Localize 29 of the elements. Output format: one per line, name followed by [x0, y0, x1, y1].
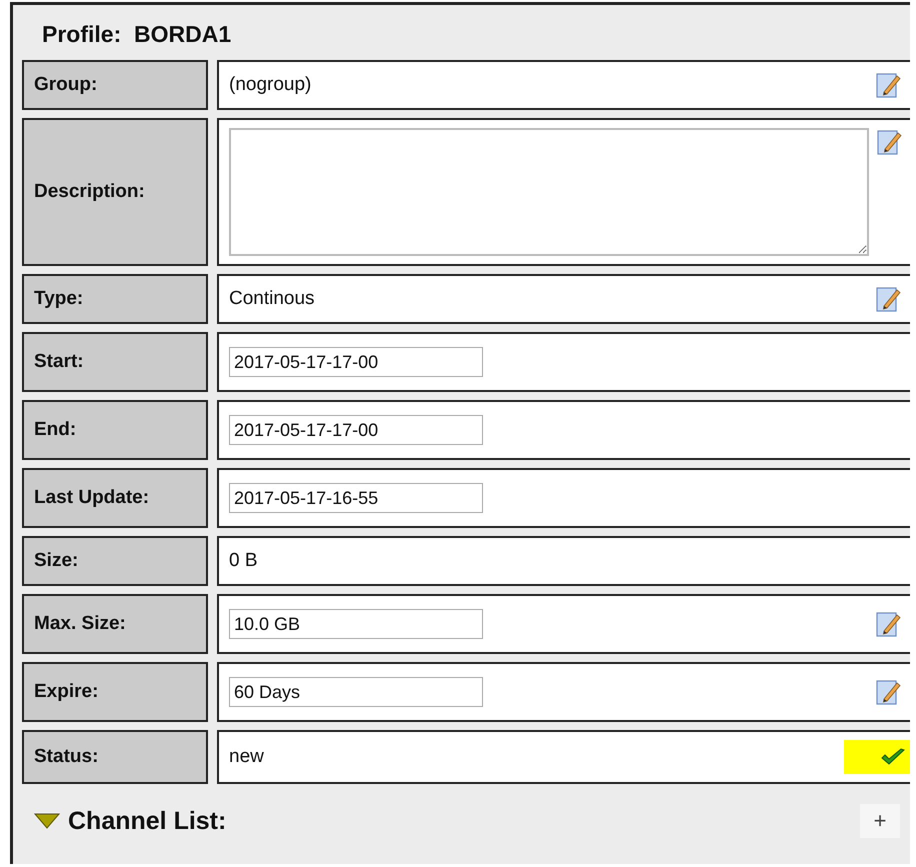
input-field[interactable]: 2017-05-17-17-00: [229, 415, 483, 445]
input-field[interactable]: 2017-05-17-17-00: [229, 347, 483, 377]
description-field[interactable]: [229, 128, 869, 256]
field-value: new: [229, 746, 264, 768]
expand-arrow-icon[interactable]: [34, 812, 60, 830]
edit-icon[interactable]: [876, 71, 902, 99]
field-value: (nogroup): [229, 74, 312, 96]
input-field[interactable]: 10.0 GB: [229, 609, 483, 639]
field-label: Start:: [22, 332, 208, 392]
field-label: Type:: [22, 274, 208, 324]
field-label: Last Update:: [22, 468, 208, 528]
field-label: Max. Size:: [22, 594, 208, 654]
field-label: Size:: [22, 536, 208, 586]
profile-title: Profile: BORDA1: [41, 20, 232, 49]
edit-icon[interactable]: [877, 128, 903, 156]
input-field[interactable]: 60 Days: [229, 677, 483, 707]
field-label: Expire:: [22, 662, 208, 722]
field-label: Description:: [22, 118, 208, 266]
field-label: End:: [22, 400, 208, 460]
section-title: Channel List:: [68, 806, 228, 836]
field-label: Status:: [22, 730, 208, 784]
add-button[interactable]: +: [860, 804, 900, 838]
input-field[interactable]: 2017-05-17-16-55: [229, 483, 483, 513]
field-label: Group:: [22, 60, 208, 110]
field-value: 0 B: [229, 550, 258, 572]
field-value: Continous: [229, 288, 315, 310]
edit-icon[interactable]: [876, 678, 902, 706]
edit-icon[interactable]: [876, 285, 902, 313]
edit-icon[interactable]: [876, 610, 902, 638]
